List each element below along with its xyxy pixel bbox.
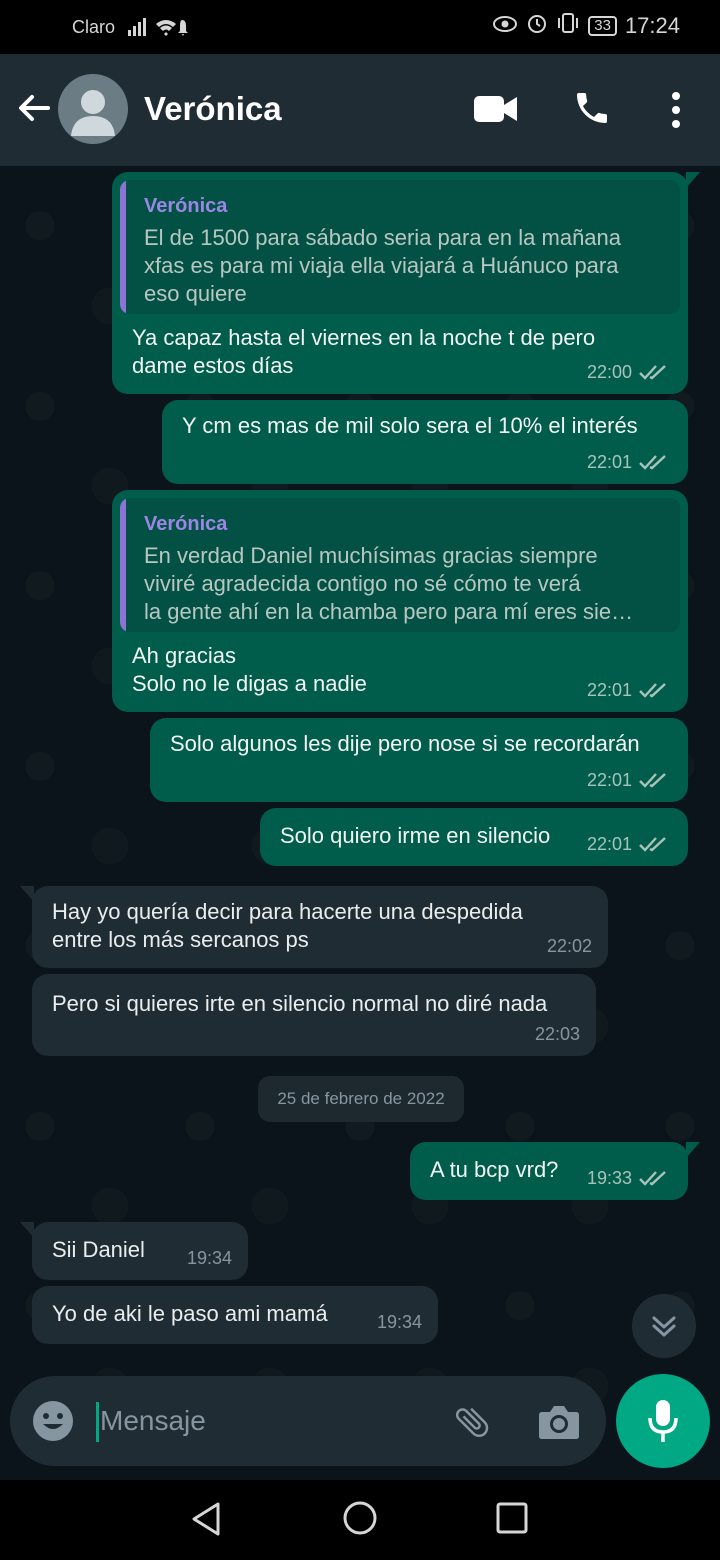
double-check-icon (639, 837, 666, 852)
message-time: 22:01 (586, 680, 632, 700)
message-input[interactable] (100, 1396, 430, 1446)
message-meta: 22:01 (587, 676, 672, 704)
message-text: Y cm es mas de mil solo sera el 10% el i… (182, 413, 638, 438)
message-meta: 19:34 (187, 1244, 232, 1272)
message-bubble[interactable]: Hay yo quería decir para hacerte una des… (20, 886, 608, 968)
nav-home-icon[interactable] (342, 1500, 378, 1541)
eye-icon (492, 13, 518, 39)
battery-indicator: 33 (588, 16, 617, 36)
signal-icon (128, 16, 190, 43)
message-bubble[interactable]: A tu bcp vrd? 19:33 (410, 1142, 700, 1200)
message-bubble[interactable]: Pero si quieres irte en silencio normal … (32, 974, 596, 1056)
carrier-label: Claro (72, 17, 116, 37)
message-meta: 22:01 (587, 766, 672, 794)
message-text: A tu bcp vrd? (430, 1157, 559, 1182)
message-time: 22:02 (546, 936, 592, 956)
message-time: 19:33 (586, 1168, 632, 1188)
double-check-icon (639, 1171, 666, 1186)
contact-name[interactable]: Verónica (144, 90, 282, 128)
clock: 17:24 (624, 13, 680, 38)
text-cursor (96, 1402, 99, 1442)
message-bubble[interactable]: Sii Daniel 19:34 (20, 1222, 248, 1280)
mic-button[interactable] (616, 1374, 710, 1468)
avatar[interactable] (58, 74, 128, 144)
message-bubble[interactable]: Verónica El de 1500 para sábado seria pa… (112, 172, 700, 394)
message-bubble[interactable]: Y cm es mas de mil solo sera el 10% el i… (162, 400, 688, 484)
attach-icon[interactable] (450, 1402, 494, 1447)
alarm-icon (526, 12, 548, 40)
vibrate-icon (556, 12, 580, 40)
message-time: 22:00 (586, 362, 632, 382)
message-bubble[interactable]: Solo algunos les dije pero nose si se re… (150, 718, 688, 802)
camera-icon[interactable] (538, 1402, 580, 1447)
message-bubble[interactable]: Solo quiero irme en silencio 22:01 (260, 808, 688, 866)
quote-text: El de 1500 para sábado seria para en la … (144, 225, 622, 306)
message-text: Yo de aki le paso ami mamá (52, 1301, 328, 1326)
message-time: 22:03 (534, 1024, 580, 1044)
nav-recents-icon[interactable] (496, 1502, 528, 1539)
message-text: Solo algunos les dije pero nose si se re… (170, 731, 640, 756)
phone-icon[interactable] (572, 88, 612, 133)
message-bubble[interactable]: Yo de aki le paso ami mamá 19:34 (32, 1286, 438, 1344)
quoted-message[interactable]: Verónica En verdad Daniel muchísimas gra… (120, 498, 680, 632)
chat-header: Verónica (0, 54, 720, 166)
quoted-message[interactable]: Verónica El de 1500 para sábado seria pa… (120, 180, 680, 314)
quote-bar (120, 180, 126, 314)
nav-back-icon[interactable] (188, 1500, 224, 1543)
message-time: 22:01 (586, 834, 632, 854)
back-arrow-icon[interactable] (14, 88, 54, 128)
emoji-icon[interactable] (32, 1400, 74, 1447)
quote-author: Verónica (144, 513, 228, 535)
message-time: 22:01 (586, 770, 632, 790)
quote-text: En verdad Daniel muchísimas gracias siem… (144, 543, 634, 624)
message-text: Ya capaz hasta el viernes en la noche t … (132, 325, 596, 378)
video-call-icon[interactable] (474, 94, 518, 129)
quote-bar (120, 498, 126, 632)
double-check-icon (639, 365, 666, 380)
scroll-to-bottom-button[interactable] (632, 1294, 696, 1358)
message-text: Hay yo quería decir para hacerte una des… (52, 899, 523, 952)
system-nav-bar (0, 1480, 720, 1560)
message-time: 19:34 (186, 1248, 232, 1268)
message-bubble[interactable]: Verónica En verdad Daniel muchísimas gra… (112, 490, 688, 712)
message-meta: 22:03 (535, 1020, 580, 1048)
message-meta: 19:34 (377, 1308, 422, 1336)
date-separator: 25 de febrero de 2022 (258, 1076, 464, 1122)
more-vert-icon[interactable] (666, 90, 686, 135)
chat-area[interactable]: Verónica El de 1500 para sábado seria pa… (0, 166, 720, 1470)
message-text: Ah gracias Solo no le digas a nadie (132, 643, 367, 696)
message-text: Pero si quieres irte en silencio normal … (52, 991, 548, 1016)
compose-bar (10, 1376, 606, 1466)
quote-author: Verónica (144, 195, 228, 217)
double-check-icon (639, 773, 666, 788)
double-check-icon (639, 683, 666, 698)
message-meta: 19:33 (587, 1164, 672, 1192)
message-meta: 22:02 (547, 932, 592, 960)
status-bar: Claro 33 17:24 (0, 0, 720, 54)
message-time: 22:01 (586, 452, 632, 472)
message-text: Solo quiero irme en silencio (280, 823, 551, 848)
message-time: 19:34 (376, 1312, 422, 1332)
mic-icon (648, 1400, 678, 1442)
double-check-icon (639, 455, 666, 470)
message-text: Sii Daniel (52, 1237, 145, 1262)
message-meta: 22:01 (587, 448, 672, 476)
chevron-double-down-icon (652, 1316, 676, 1337)
message-meta: 22:01 (587, 830, 672, 858)
message-meta: 22:00 (587, 358, 672, 386)
